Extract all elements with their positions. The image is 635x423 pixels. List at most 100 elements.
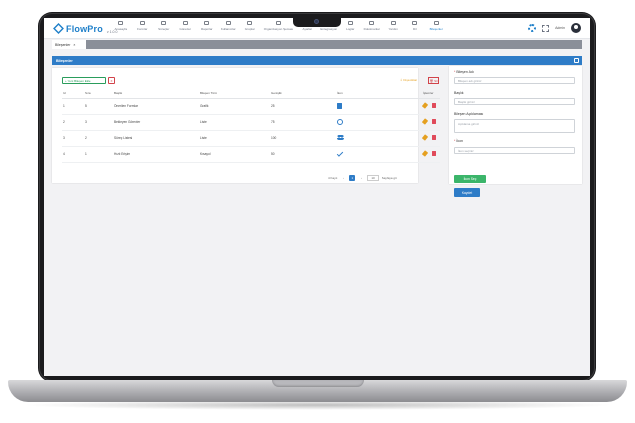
menu-item-form[interactable]: Formlar [132,21,154,31]
tab-components[interactable]: Bileşenler × [52,40,86,49]
menu-item-process[interactable]: Süreçler [153,21,175,31]
page-button[interactable]: 1 [349,175,356,181]
collapse-icon[interactable] [574,58,579,63]
icon-input[interactable]: İkon seçiniz [454,147,575,154]
cell-actions [421,98,440,115]
fullscreen-icon[interactable] [542,24,550,32]
cell-tur: Liste [199,130,270,147]
table-row[interactable]: 4 1 Hızlı Erişim Kısayol 50 [62,146,440,163]
cell-baslik: Bekleyen Görevler [113,114,199,131]
cell-sira: 3 [84,114,113,131]
excel-button[interactable]: X [108,77,115,84]
description-textarea[interactable]: Açıklama giriniz [454,119,575,133]
top-right-tools: Admin [528,23,581,33]
goto-page[interactable]: Sayfaya git [382,176,397,180]
logo[interactable]: FlowPro v 1.0.0 [53,23,117,34]
menu-item-language[interactable]: Dil [404,21,426,31]
menu-item-log[interactable]: Loglar [340,21,362,31]
delete-selected-button[interactable]: 🗑 Sil [428,77,439,84]
total-records: 4 Kayıt [328,176,338,180]
menu-item-label: Organizasyon Şeması [263,27,294,31]
icon-label: * İkon [454,139,463,143]
pagination: 4 Kayıt ‹ 1 › 10 Sayfaya git [328,175,397,181]
column-header-actions: İşlemler [422,89,440,99]
report-icon [204,21,210,25]
column-header-title[interactable]: Başlık [113,89,199,99]
edit-icon[interactable] [421,134,429,141]
menu-item-help[interactable]: Yardım [383,21,405,31]
cell-tur: Grafik [199,98,270,115]
name-input[interactable]: Bileşen adı giriniz [454,77,575,84]
cell-icon [336,146,422,163]
menu-item-home[interactable]: Anasayfa [110,21,132,31]
process-icon [161,21,167,25]
user-name[interactable]: Admin [555,26,565,30]
edit-icon[interactable] [421,118,429,125]
name-label-text: Bileşen Adı [456,70,474,74]
prev-page-button[interactable]: ‹ [340,175,346,181]
check-icon [336,150,344,157]
menu-item-document[interactable]: Dokümanlar [361,21,383,31]
icon-label-text: İkon [456,139,463,143]
add-component-button[interactable]: + Yeni Bileşen Ekle [62,77,106,84]
menu-item-org[interactable]: Organizasyon Şeması [261,21,297,31]
select-icon-button[interactable]: İkon Seç [454,175,486,183]
cell-baslik: Süreç Listesi [113,130,199,147]
menu-item-group[interactable]: Gruplar [239,21,261,31]
tab-label: Bileşenler [55,42,71,47]
doc-icon [337,102,342,109]
save-button[interactable]: Kaydet [454,188,480,197]
menu-item-label: Yardım [388,27,398,31]
trash-icon[interactable] [432,135,436,140]
avatar[interactable] [571,23,581,33]
edit-icon[interactable] [421,150,429,157]
trash-icon[interactable] [432,103,436,108]
column-header-id[interactable]: Id [62,89,84,99]
menu-item-task[interactable]: Görevler [175,21,197,31]
menu-item-component[interactable]: Bileşenler [426,21,448,31]
column-header-type[interactable]: Bileşen Türü [199,89,270,99]
form-panel: * Bileşen Adı Bileşen adı giriniz Başlık… [449,66,582,197]
cell-baslik: Hızlı Erişim [113,146,199,163]
column-header-order[interactable]: Sıra [84,89,113,99]
table-row[interactable]: 3 2 Süreç Listesi Liste 100 [62,130,440,147]
menu-item-label: Formlar [137,27,148,31]
edit-icon[interactable] [421,102,429,109]
cell-genislik: 50 [270,146,336,163]
close-icon[interactable]: × [73,43,75,47]
component-icon [433,21,439,25]
column-header-icon[interactable]: İkon [336,89,422,99]
main-menu: Anasayfa Formlar Süreçler Görevler Raporlar K… [110,21,447,31]
org-icon [276,21,281,25]
menu-item-label: Loglar [346,27,355,31]
users-icon [337,135,344,140]
cell-baslik: Önerilen Formlar [113,98,199,115]
gear-icon[interactable] [528,24,537,32]
globe-icon [337,118,343,125]
cell-icon [336,98,422,115]
table-row[interactable]: 2 3 Bekleyen Görevler Liste 75 [62,114,440,131]
components-table: Id Sıra Başlık Bileşen Türü Genişlik İko… [62,89,440,163]
menu-item-label: Bileşenler [429,27,443,31]
name-label: * Bileşen Adı [454,70,474,74]
log-icon [347,21,353,25]
export-button[interactable]: ⇩ Dışa Aktar [400,78,417,82]
page-size-select[interactable]: 10 [367,175,379,181]
trash-icon[interactable] [432,119,436,124]
cell-actions [421,146,440,163]
table-header-row: Id Sıra Başlık Bileşen Türü Genişlik İko… [62,89,440,99]
menu-item-users[interactable]: Kullanıcılar [218,21,240,31]
next-page-button[interactable]: › [358,175,364,181]
cell-id: 1 [62,98,84,115]
cell-id: 3 [62,130,84,147]
table-row[interactable]: 1 5 Önerilen Formlar Grafik 25 [62,98,440,115]
list-panel: + Yeni Bileşen Ekle X ⇩ Dışa Aktar 🗑 Sil… [52,68,440,183]
column-header-width[interactable]: Genişlik [270,89,336,99]
menu-item-report[interactable]: Raporlar [196,21,218,31]
title-input[interactable]: Başlık giriniz [454,98,575,105]
trash-icon[interactable] [432,151,436,156]
menu-item-label: Kullanıcılar [220,27,236,31]
brand-name: FlowPro [66,23,103,34]
document-icon [369,21,375,25]
cell-genislik: 25 [270,98,336,115]
